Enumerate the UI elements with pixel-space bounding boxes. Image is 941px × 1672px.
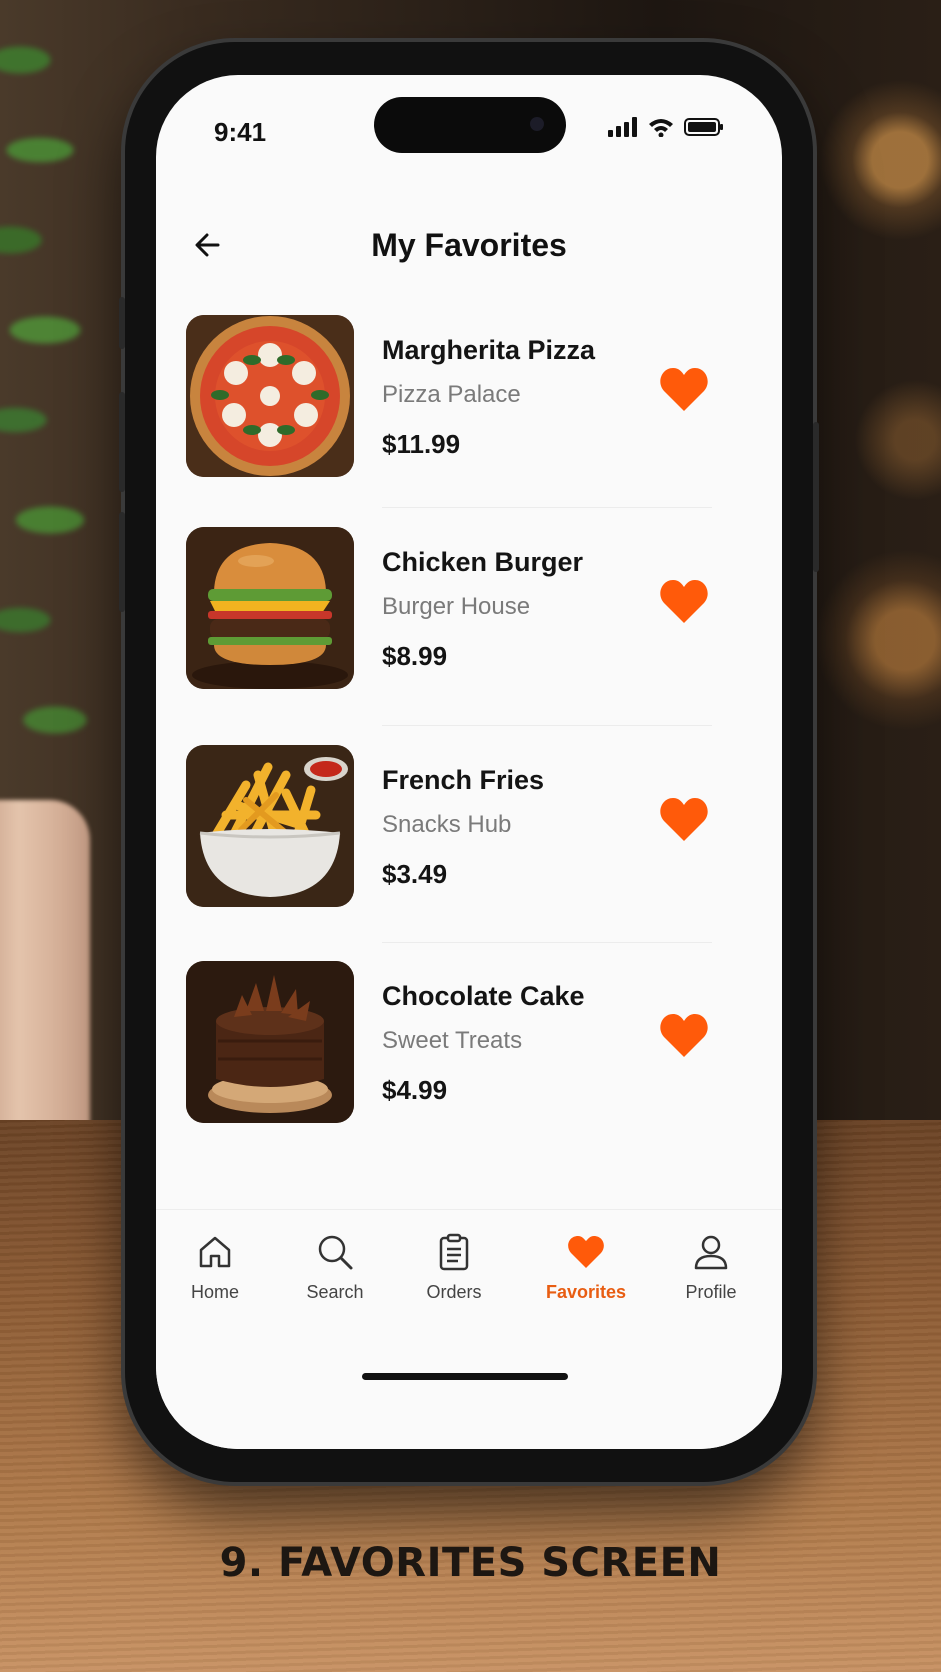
- app-screen: 9:41 My Favorites Margherita Pizza Pizza…: [156, 75, 782, 1449]
- status-icons: [608, 117, 724, 137]
- food-name: Margherita Pizza: [382, 335, 596, 365]
- food-price: $8.99: [382, 641, 448, 671]
- tab-label: Search: [306, 1282, 364, 1302]
- phone-frame: 9:41 My Favorites Margherita Pizza Pizza…: [119, 42, 819, 1482]
- favorite-item-chocolate-cake[interactable]: Chocolate Cake Sweet Treats $4.99: [156, 961, 782, 1141]
- bottom-tab-bar: Home Search Orders Favorites Profile: [156, 1209, 782, 1449]
- heart-icon: [660, 580, 708, 623]
- unfavorite-button[interactable]: [658, 365, 710, 415]
- home-icon: [199, 1236, 231, 1268]
- heart-icon: [660, 1014, 708, 1057]
- list-divider: [382, 942, 712, 943]
- burger-image: [186, 527, 354, 689]
- list-divider: [382, 725, 712, 726]
- tab-label: Profile: [685, 1282, 737, 1302]
- favorite-item-french-fries[interactable]: French Fries Snacks Hub $3.49: [156, 745, 782, 925]
- heart-icon: [660, 798, 708, 841]
- favorite-item-chicken-burger[interactable]: Chicken Burger Burger House $8.99: [156, 527, 782, 707]
- cake-image: [186, 961, 354, 1123]
- food-price: $4.99: [382, 1075, 448, 1105]
- mute-switch: [119, 297, 125, 349]
- volume-up-button: [119, 392, 125, 492]
- food-name: Chocolate Cake: [382, 981, 585, 1011]
- food-price: $3.49: [382, 859, 448, 889]
- favorite-item-margherita-pizza[interactable]: Margherita Pizza Pizza Palace $11.99: [156, 315, 782, 495]
- search-icon: [318, 1235, 353, 1270]
- tab-label: Favorites: [545, 1282, 627, 1302]
- wifi-icon: [649, 119, 673, 137]
- home-indicator[interactable]: [362, 1373, 568, 1380]
- unfavorite-button[interactable]: [658, 577, 710, 627]
- tab-orders[interactable]: Orders: [399, 1232, 509, 1322]
- page-header: My Favorites: [156, 205, 782, 285]
- restaurant-name: Pizza Palace: [382, 381, 521, 408]
- pizza-image: [186, 315, 354, 477]
- food-name: Chicken Burger: [382, 547, 584, 577]
- restaurant-name: Burger House: [382, 593, 531, 620]
- screen-caption: 9. FAVORITES SCREEN: [219, 1540, 722, 1586]
- heart-icon: [660, 368, 708, 411]
- status-time: 9:41: [214, 117, 267, 147]
- tab-home[interactable]: Home: [160, 1232, 270, 1322]
- list-divider: [382, 507, 712, 508]
- restaurant-name: Sweet Treats: [382, 1027, 523, 1054]
- fries-image: [186, 745, 354, 907]
- background-plant: [0, 0, 120, 820]
- volume-down-button: [119, 512, 125, 612]
- food-price: $11.99: [382, 429, 461, 459]
- user-icon: [694, 1235, 728, 1270]
- restaurant-name: Snacks Hub: [382, 811, 512, 838]
- unfavorite-button[interactable]: [658, 1011, 710, 1061]
- tab-search[interactable]: Search: [280, 1232, 390, 1322]
- tab-label: Orders: [426, 1282, 482, 1302]
- tab-profile[interactable]: Profile: [656, 1232, 766, 1322]
- power-button: [813, 422, 819, 572]
- signal-icon: [608, 117, 637, 137]
- status-bar: 9:41: [156, 75, 782, 165]
- dynamic-island: [374, 97, 566, 153]
- battery-icon: [684, 118, 723, 136]
- unfavorite-button[interactable]: [658, 795, 710, 845]
- page-title: My Favorites: [371, 227, 567, 263]
- clipboard-icon: [439, 1233, 469, 1271]
- tab-favorites[interactable]: Favorites: [531, 1232, 641, 1322]
- food-name: French Fries: [382, 765, 545, 795]
- tab-label: Home: [190, 1282, 239, 1302]
- heart-icon: [568, 1236, 604, 1268]
